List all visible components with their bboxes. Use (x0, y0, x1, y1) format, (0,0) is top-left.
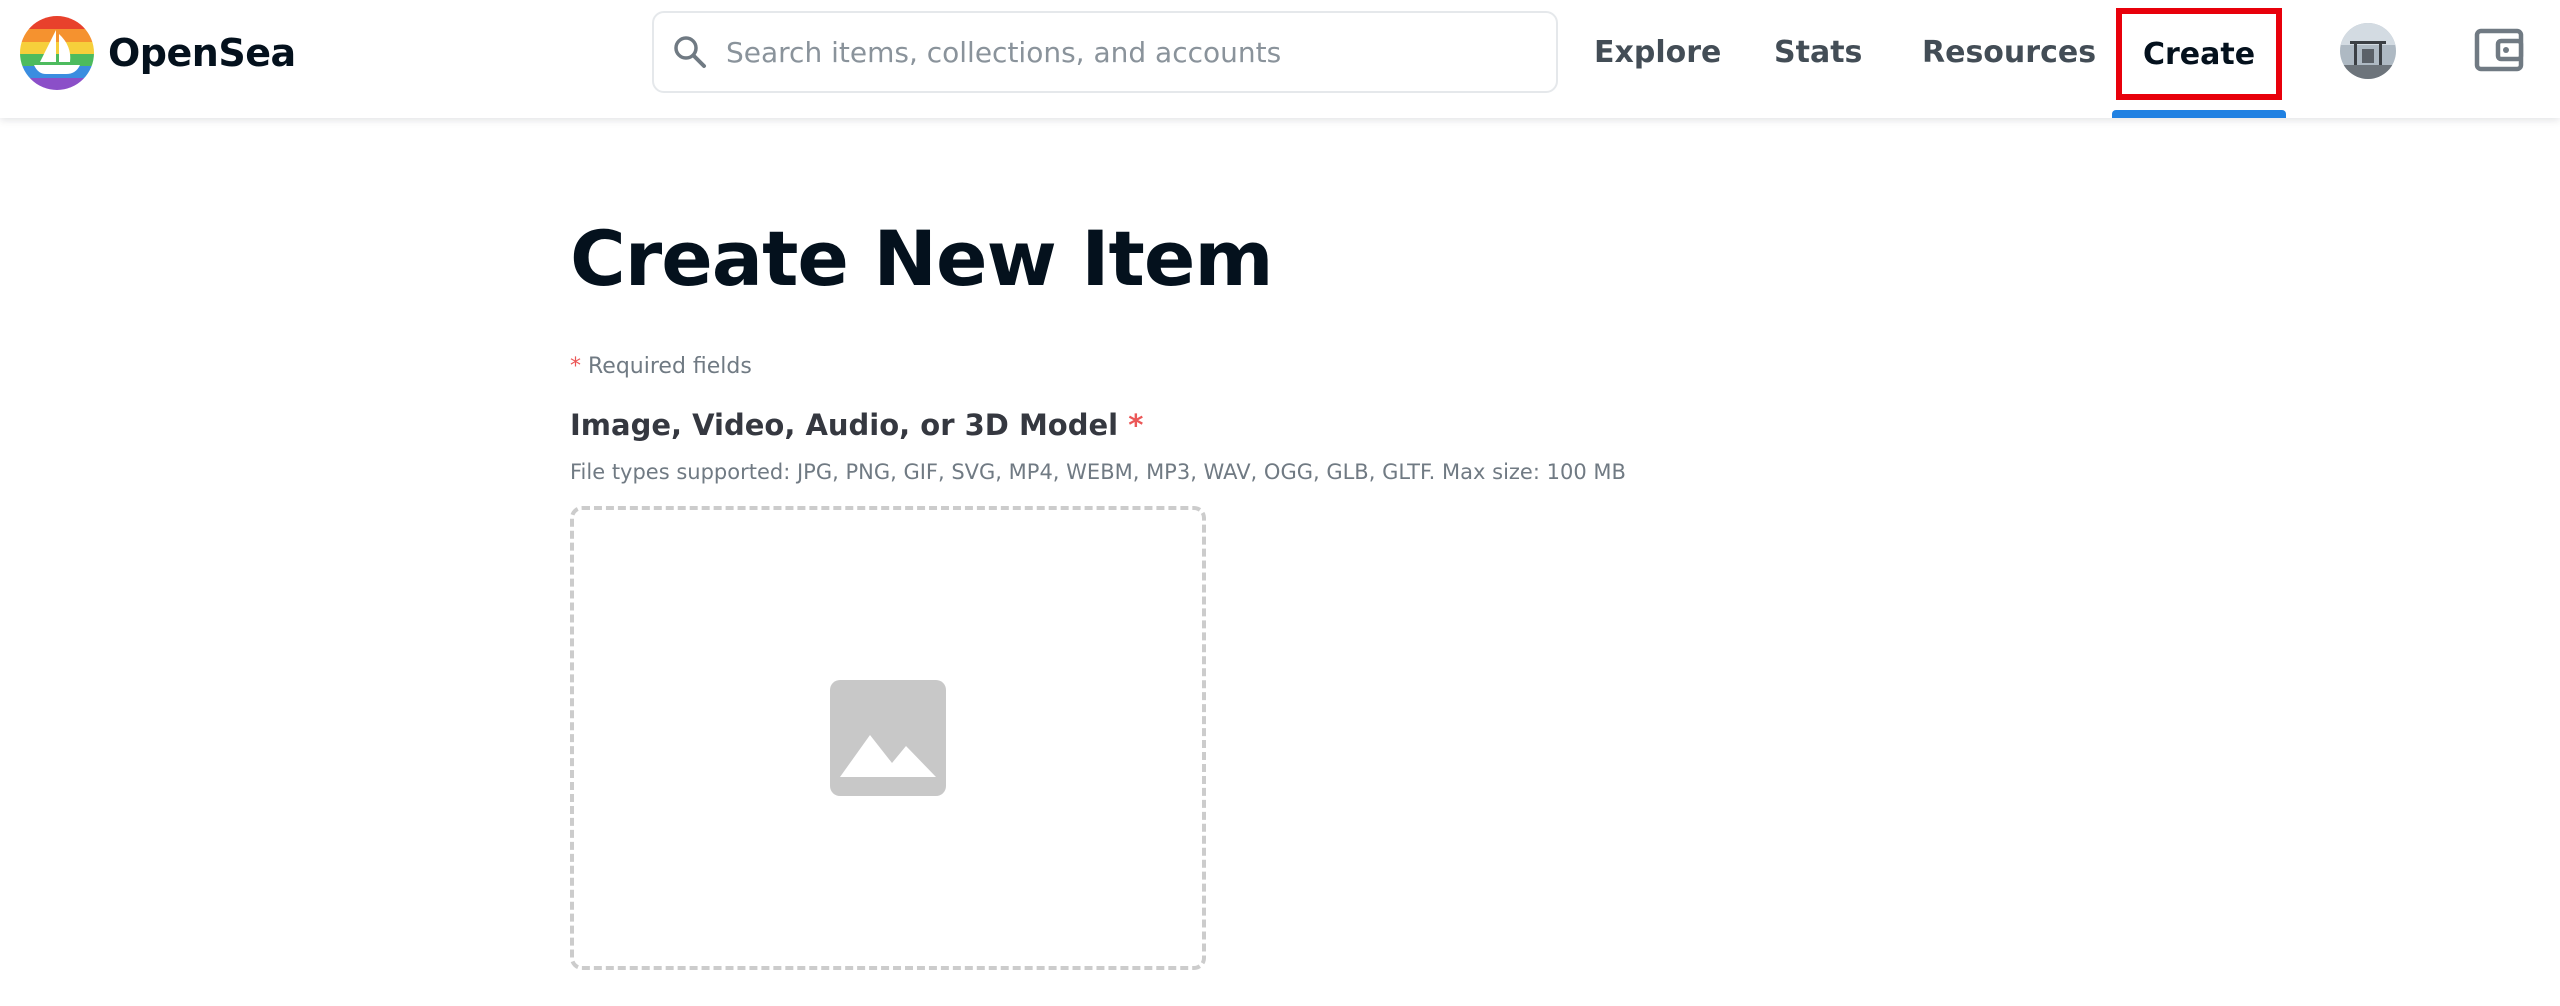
image-placeholder-icon (830, 680, 946, 796)
nav-create[interactable]: Create (2116, 8, 2282, 100)
brand-home-link[interactable]: OpenSea (20, 16, 296, 90)
media-label-text: Image, Video, Audio, or 3D Model (570, 408, 1119, 442)
nav-resources[interactable]: Resources (1922, 0, 2096, 104)
required-asterisk: * (570, 354, 581, 379)
nav-stats[interactable]: Stats (1774, 0, 1862, 104)
active-tab-indicator (2112, 110, 2286, 118)
wallet-icon[interactable] (2474, 25, 2524, 75)
page-title: Create New Item (570, 214, 1274, 303)
media-required-asterisk: * (1128, 408, 1144, 442)
media-field-label: Image, Video, Audio, or 3D Model * (570, 408, 1143, 442)
opensea-logo-icon (20, 16, 94, 90)
media-upload-dropzone[interactable] (570, 506, 1206, 970)
nav-explore[interactable]: Explore (1594, 0, 1721, 104)
brand-name: OpenSea (108, 31, 296, 75)
nav-create-label: Create (2142, 36, 2256, 72)
search-input[interactable] (726, 35, 1556, 69)
required-fields-note: * Required fields (570, 354, 752, 379)
search-bar[interactable] (652, 11, 1558, 93)
media-file-types-help: File types supported: JPG, PNG, GIF, SVG… (570, 460, 1626, 484)
required-fields-text: Required fields (588, 354, 752, 379)
search-icon (672, 34, 708, 70)
top-navbar: OpenSea Explore Stats Resources Create (0, 0, 2560, 118)
profile-avatar[interactable] (2340, 23, 2396, 79)
